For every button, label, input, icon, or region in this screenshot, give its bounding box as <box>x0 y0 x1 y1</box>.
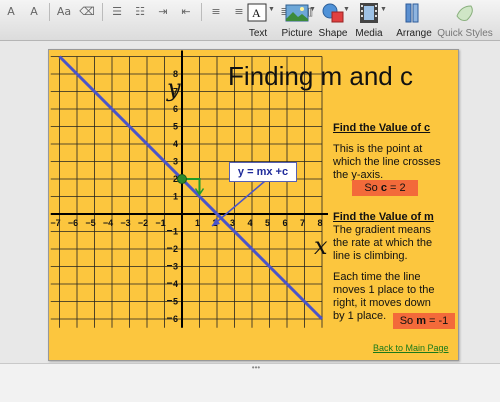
m-result-suffix: = -1 <box>425 315 449 327</box>
x-tick-label: 5 <box>265 218 270 228</box>
y-tick-label: 6 <box>173 104 178 114</box>
x-tick-label: −3 <box>120 218 130 228</box>
m-result-bold: m <box>416 315 426 327</box>
x-tick-label: −4 <box>103 218 113 228</box>
section1-heading-text: Find the Value of c <box>333 122 431 134</box>
y-tick-label: 4 <box>173 139 178 149</box>
x-tick-label: −2 <box>138 218 148 228</box>
section2-text: The gradient means the rate at which the… <box>333 224 433 262</box>
y-intercept-point <box>177 174 187 184</box>
x-tick-label: −6 <box>68 218 78 228</box>
x-tick-label: 8 <box>317 218 322 228</box>
m-result-prefix: So <box>399 315 417 327</box>
c-result-suffix: = 2 <box>386 182 406 194</box>
section1-text: This is the point at which the line cros… <box>333 143 441 181</box>
page-title: Finding m and c <box>228 61 413 91</box>
c-result-badge: So c = 2 <box>352 180 418 196</box>
y-axis-label: y <box>167 74 181 102</box>
callout-arrow <box>211 180 266 227</box>
back-to-main-link[interactable]: Back to Main Page <box>373 343 449 353</box>
y-tick-label: 3 <box>173 157 178 167</box>
resize-handle[interactable]: ••• <box>246 364 266 372</box>
y-tick-label: 1 <box>173 227 178 237</box>
x-axis-label: x <box>314 232 328 260</box>
equation-callout: y = mx +c <box>229 162 297 182</box>
x-tick-label: 7 <box>300 218 305 228</box>
y-tick-label: 3 <box>173 262 178 272</box>
y-tick-label: 4 <box>173 279 178 289</box>
section2-heading: Find the Value of m <box>333 211 434 224</box>
x-tick-label: −7 <box>50 218 60 228</box>
x-tick-label: 4 <box>247 218 252 228</box>
y-tick-label: 5 <box>173 297 178 307</box>
section1-heading: Find the Value of c <box>333 122 430 135</box>
series-line <box>58 55 324 321</box>
y-tick-label: 1 <box>173 192 178 202</box>
x-tick-label: −1 <box>155 218 165 228</box>
section2-heading-text: Find the Value of m <box>333 211 434 223</box>
y-tick-label: 5 <box>173 122 178 132</box>
x-tick-label: −5 <box>85 218 95 228</box>
x-tick-label: 6 <box>282 218 287 228</box>
m-result-badge: So m = -1 <box>393 313 455 329</box>
y-tick-label: 6 <box>173 314 178 324</box>
y-tick-label: 2 <box>173 244 178 254</box>
c-result-prefix: So <box>364 182 381 194</box>
x-tick-label: 1 <box>195 218 200 228</box>
